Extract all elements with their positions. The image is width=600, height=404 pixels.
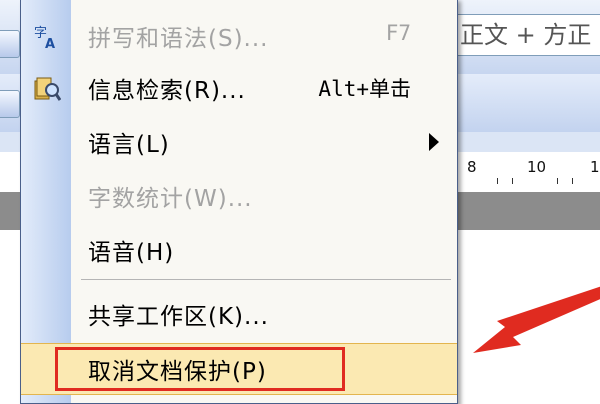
red-arrow-annotation: [473, 286, 600, 353]
menu-item-language[interactable]: 语言(L): [21, 117, 457, 169]
spelling-icon: 字 A: [34, 26, 55, 51]
menu-item-label: 共享工作区(K)...: [88, 304, 269, 330]
menu-item-shortcut: F7: [385, 21, 411, 45]
menu-item-shared-workspace[interactable]: 共享工作区(K)...: [21, 289, 457, 341]
menu-item-spelling-grammar[interactable]: 字 A 拼写和语法(S)... F7: [21, 11, 457, 63]
ruler-number: 12: [590, 158, 600, 176]
ruler-tick: [497, 178, 498, 184]
toolbar-button[interactable]: [0, 30, 20, 58]
ruler-number: 8: [467, 158, 477, 176]
menu-item-label: 取消文档保护(P): [88, 359, 267, 385]
menu-item-label: 语音(H): [88, 240, 175, 266]
menu-item-research[interactable]: 信息检索(R)... Alt+单击: [21, 63, 457, 115]
svg-text:A: A: [45, 37, 55, 51]
research-icon: [34, 77, 61, 101]
ruler-tick: [557, 178, 558, 184]
menu-item-label: 拼写和语法(S)...: [88, 26, 269, 52]
style-box[interactable]: 正文 + 方正: [455, 14, 600, 56]
ruler-tick: [572, 178, 573, 184]
menu-item-speech[interactable]: 语音(H): [21, 225, 457, 277]
menu-item-shortcut: Alt+单击: [318, 77, 411, 101]
menu-item-label: 语言(L): [88, 132, 170, 158]
menu-item-label: 字数统计(W)...: [88, 186, 253, 212]
ruler-tick: [512, 178, 513, 184]
menu-item-unprotect-document[interactable]: 取消文档保护(P): [21, 343, 457, 395]
menu-item-label: 信息检索(R)...: [88, 78, 246, 104]
menu-item-word-count[interactable]: 字数统计(W)...: [21, 171, 457, 223]
menu-separator: [81, 279, 451, 280]
tools-menu: 字 A 拼写和语法(S)... F7 信息检索(R)... Alt+单击 语言(…: [20, 0, 458, 404]
submenu-arrow-icon: [429, 133, 439, 151]
toolbar-button[interactable]: [0, 90, 20, 118]
ruler-number: 10: [527, 158, 547, 176]
